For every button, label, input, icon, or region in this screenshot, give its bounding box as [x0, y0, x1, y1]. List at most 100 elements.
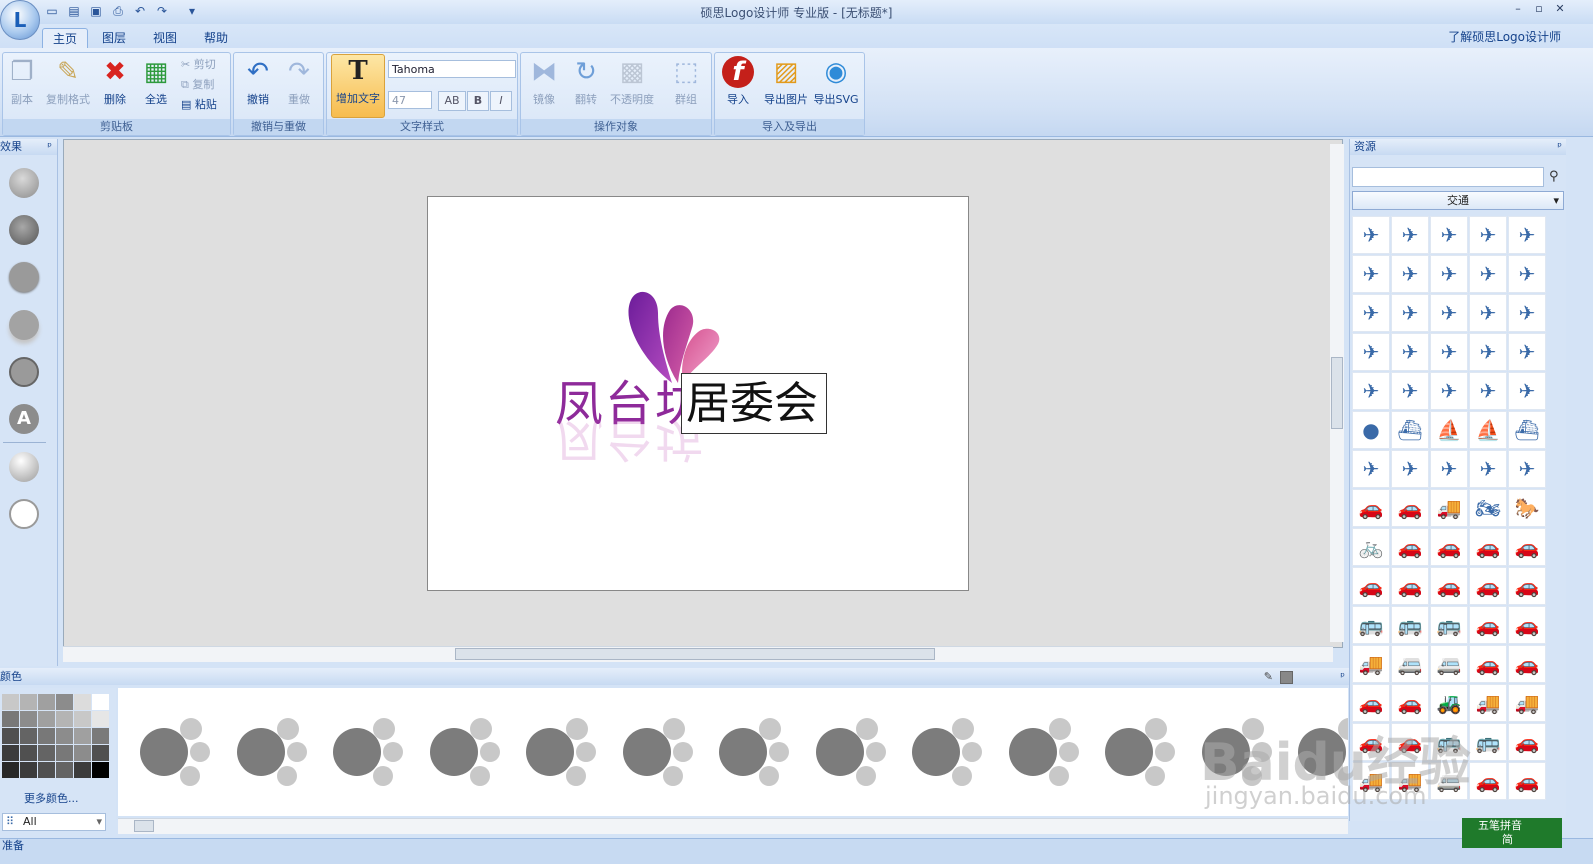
- tab-layers[interactable]: 图层: [92, 28, 136, 48]
- resource-item[interactable]: 🚚: [1469, 684, 1507, 722]
- resource-item[interactable]: 🚗: [1469, 762, 1507, 800]
- about-link[interactable]: 了解硕思Logo设计师: [1448, 28, 1561, 45]
- text-edit-box[interactable]: 居委会: [681, 373, 827, 434]
- resource-item[interactable]: 🚗: [1391, 684, 1429, 722]
- minimize-icon[interactable]: –: [1509, 2, 1527, 18]
- rotate-button[interactable]: ↻ 翻转: [566, 56, 606, 107]
- resource-item[interactable]: ✈: [1469, 450, 1507, 488]
- resource-item[interactable]: ✈: [1469, 333, 1507, 371]
- resource-item[interactable]: ✈: [1508, 255, 1546, 293]
- mirror-button[interactable]: ⧓ 镜像: [524, 56, 564, 107]
- color-swatch[interactable]: [20, 745, 37, 761]
- color-swatch[interactable]: [56, 694, 73, 710]
- font-family-select[interactable]: Tahoma: [388, 60, 516, 78]
- color-swatch[interactable]: [74, 694, 91, 710]
- redo-button[interactable]: ↷ 重做: [279, 56, 319, 107]
- select-all-button[interactable]: ▦ 全选: [136, 56, 176, 107]
- resource-item[interactable]: 🚗: [1352, 684, 1390, 722]
- search-icon[interactable]: ⚲: [1549, 169, 1559, 184]
- pin-icon[interactable]: ᵖ: [1340, 668, 1345, 685]
- resource-item[interactable]: ✈: [1391, 216, 1429, 254]
- color-scheme-item[interactable]: [908, 688, 1008, 816]
- resource-item[interactable]: ✈: [1430, 294, 1468, 332]
- app-menu-button[interactable]: L: [0, 0, 40, 40]
- resource-item[interactable]: ✈: [1391, 294, 1429, 332]
- resource-item[interactable]: 🚲: [1352, 528, 1390, 566]
- color-swatch[interactable]: [38, 694, 55, 710]
- resource-item[interactable]: 🚗: [1469, 606, 1507, 644]
- color-swatch[interactable]: [92, 694, 109, 710]
- vertical-scroll-thumb[interactable]: [1331, 357, 1343, 429]
- resource-item[interactable]: ✈: [1391, 450, 1429, 488]
- resource-item[interactable]: 🚌: [1430, 606, 1468, 644]
- resource-item[interactable]: 🏍: [1469, 489, 1507, 527]
- color-swatch[interactable]: [74, 711, 91, 727]
- resource-item[interactable]: 🚗: [1469, 645, 1507, 683]
- color-scheme-item[interactable]: [329, 688, 429, 816]
- color-scheme-strip[interactable]: [118, 688, 1348, 816]
- color-scheme-item[interactable]: [1101, 688, 1201, 816]
- effect-flat[interactable]: [9, 262, 39, 292]
- pin-icon[interactable]: ᵖ: [1557, 139, 1562, 155]
- resource-item[interactable]: ✈: [1469, 255, 1507, 293]
- color-swatch[interactable]: [38, 711, 55, 727]
- effect-inner-shadow[interactable]: [9, 215, 39, 245]
- color-swatch[interactable]: [20, 694, 37, 710]
- palette-scroll-thumb[interactable]: [134, 820, 154, 832]
- resource-item[interactable]: 🚌: [1391, 606, 1429, 644]
- resource-item[interactable]: ✈: [1352, 450, 1390, 488]
- italic-button[interactable]: I: [490, 91, 512, 111]
- resource-item[interactable]: ✈: [1430, 333, 1468, 371]
- palette-scrollbar[interactable]: [118, 818, 1348, 834]
- color-swatch[interactable]: [56, 711, 73, 727]
- color-swatch[interactable]: [2, 694, 19, 710]
- resource-item[interactable]: 🚗: [1508, 723, 1546, 761]
- resource-item[interactable]: 🚗: [1430, 567, 1468, 605]
- color-scheme-item[interactable]: [619, 688, 719, 816]
- color-swatch[interactable]: [20, 728, 37, 744]
- color-swatch[interactable]: [20, 762, 37, 778]
- more-colors-link[interactable]: 更多颜色...: [24, 790, 79, 806]
- effect-gloss[interactable]: [9, 452, 39, 482]
- resource-item[interactable]: ✈: [1508, 216, 1546, 254]
- resource-item[interactable]: 🚚: [1352, 645, 1390, 683]
- letter-spacing-button[interactable]: AB: [438, 91, 466, 111]
- resource-item[interactable]: ✈: [1352, 333, 1390, 371]
- color-scheme-item[interactable]: [522, 688, 622, 816]
- color-scheme-item[interactable]: [426, 688, 526, 816]
- color-swatch[interactable]: [92, 762, 109, 778]
- export-image-button[interactable]: ▨ 导出图片: [762, 56, 810, 107]
- resource-item[interactable]: ✈: [1391, 333, 1429, 371]
- ime-toolbar[interactable]: 五笔拼音 简: [1462, 818, 1562, 848]
- color-swatch[interactable]: [2, 762, 19, 778]
- color-swatch[interactable]: [74, 745, 91, 761]
- color-swatch[interactable]: [56, 728, 73, 744]
- color-swatch[interactable]: [38, 745, 55, 761]
- copy-doc-button[interactable]: ❐ 副本: [2, 56, 42, 107]
- resource-search-input[interactable]: [1352, 167, 1544, 187]
- resource-item[interactable]: ⛴: [1508, 411, 1546, 449]
- copy-button[interactable]: ⧉ 复制: [181, 76, 214, 94]
- color-swatch[interactable]: [56, 745, 73, 761]
- resource-item[interactable]: 🚗: [1508, 606, 1546, 644]
- resource-item[interactable]: ✈: [1352, 255, 1390, 293]
- pin-icon[interactable]: ᵖ: [47, 139, 52, 155]
- cut-button[interactable]: ✂ 剪切: [181, 56, 216, 74]
- effect-text-icon[interactable]: A: [9, 404, 39, 434]
- resource-item[interactable]: ✈: [1352, 372, 1390, 410]
- resource-item[interactable]: ✈: [1508, 372, 1546, 410]
- color-swatch[interactable]: [2, 728, 19, 744]
- resource-item[interactable]: ✈: [1352, 294, 1390, 332]
- close-icon[interactable]: ✕: [1551, 2, 1569, 18]
- resource-item[interactable]: 🚌: [1352, 606, 1390, 644]
- color-scheme-item[interactable]: [1005, 688, 1105, 816]
- resource-item[interactable]: 🚗: [1430, 528, 1468, 566]
- font-size-select[interactable]: 47: [388, 91, 432, 109]
- effect-drop-shadow[interactable]: [9, 310, 39, 340]
- effect-outline[interactable]: [9, 357, 39, 387]
- resource-item[interactable]: 🚗: [1391, 489, 1429, 527]
- resource-item[interactable]: 🚗: [1508, 528, 1546, 566]
- horizontal-scroll-thumb[interactable]: [455, 648, 935, 660]
- palette-filter-select[interactable]: ⠿ All ▾: [2, 813, 106, 831]
- color-swatch[interactable]: [2, 711, 19, 727]
